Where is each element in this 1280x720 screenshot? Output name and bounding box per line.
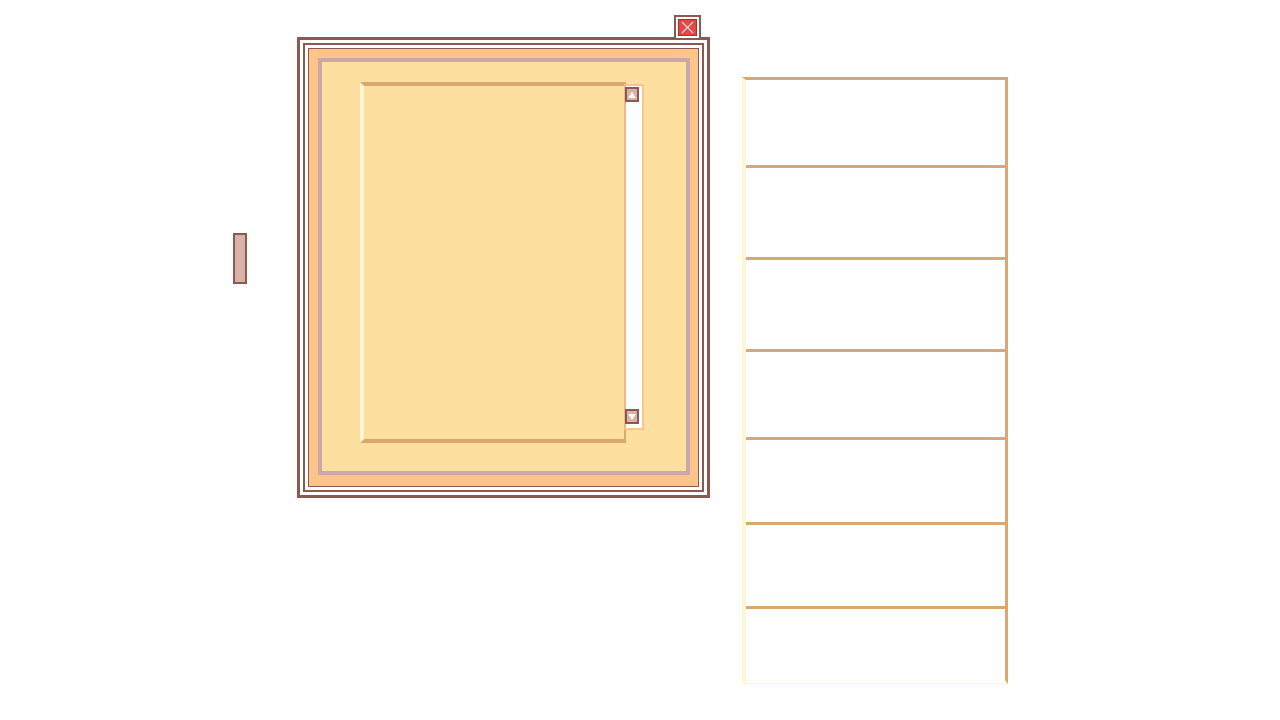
- arrow-down-icon: [628, 413, 636, 420]
- arrow-up-icon: [628, 91, 636, 98]
- slot-list-panel: [742, 77, 1008, 684]
- vertical-scrollbar[interactable]: [624, 84, 644, 430]
- close-button[interactable]: [674, 15, 701, 40]
- list-slot-2[interactable]: [746, 168, 1005, 260]
- list-slot-1[interactable]: [746, 80, 1005, 168]
- close-button-face: [678, 19, 697, 36]
- side-panel-handle[interactable]: [233, 233, 247, 284]
- scroll-down-button[interactable]: [625, 409, 639, 424]
- list-slot-5[interactable]: [746, 440, 1005, 525]
- list-slot-7[interactable]: [746, 609, 1005, 683]
- list-slot-6[interactable]: [746, 525, 1005, 609]
- list-slot-4[interactable]: [746, 352, 1005, 440]
- close-icon: [681, 21, 694, 34]
- text-display-area[interactable]: [360, 82, 626, 443]
- scroll-up-button[interactable]: [625, 87, 639, 102]
- list-slot-3[interactable]: [746, 260, 1005, 352]
